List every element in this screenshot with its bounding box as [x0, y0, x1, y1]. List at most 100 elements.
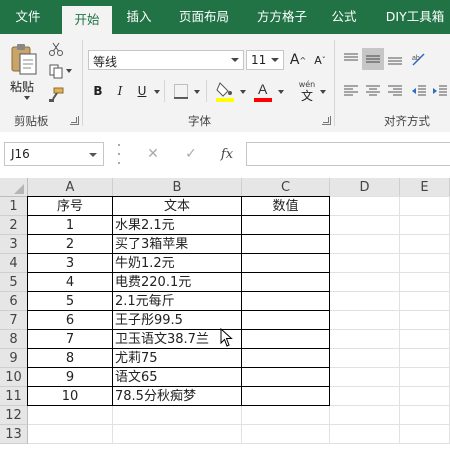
- formula-bar-grip-icon[interactable]: [118, 144, 121, 164]
- table-cell[interactable]: 2: [28, 235, 113, 254]
- formula-input[interactable]: [246, 142, 450, 166]
- select-all-corner[interactable]: [0, 178, 28, 197]
- table-cell[interactable]: 10: [28, 387, 113, 406]
- row-header-3[interactable]: 3: [0, 235, 28, 254]
- table-cell[interactable]: [242, 254, 330, 273]
- row-header-13[interactable]: 13: [0, 425, 28, 444]
- orientation-button[interactable]: ab: [408, 48, 430, 70]
- shrink-font-button[interactable]: Aˇ: [312, 50, 328, 70]
- table-cell[interactable]: 1: [28, 216, 113, 235]
- header-cell[interactable]: 序号: [28, 197, 113, 216]
- table-cell[interactable]: 7: [28, 330, 113, 349]
- underline-button[interactable]: U: [134, 82, 150, 100]
- font-color-button[interactable]: A: [252, 78, 274, 104]
- cancel-formula-button[interactable]: ✕: [142, 144, 164, 164]
- format-painter-button[interactable]: [46, 86, 66, 104]
- phonetic-guide-button[interactable]: wén 文: [294, 78, 320, 104]
- row-header-7[interactable]: 7: [0, 311, 28, 330]
- row-header-11[interactable]: 11: [0, 387, 28, 406]
- bottom-align-button[interactable]: [384, 48, 406, 70]
- copy-dropdown-arrow[interactable]: [66, 69, 72, 73]
- phonetic-dropdown-arrow[interactable]: [320, 90, 326, 94]
- align-left-button[interactable]: [340, 80, 362, 102]
- table-cell[interactable]: 2.1元每斤: [113, 292, 242, 311]
- table-cell[interactable]: 5: [28, 292, 113, 311]
- table-cell[interactable]: 6: [28, 311, 113, 330]
- scissors-icon: [49, 42, 63, 56]
- table-cell[interactable]: [242, 387, 330, 406]
- table-cell[interactable]: [242, 368, 330, 387]
- font-color-dropdown-arrow[interactable]: [278, 90, 284, 94]
- tab-fangfanggezi[interactable]: 方方格子: [250, 0, 314, 34]
- row-header-1[interactable]: 1: [0, 197, 28, 216]
- row-header-4[interactable]: 4: [0, 254, 28, 273]
- borders-button[interactable]: [170, 80, 192, 102]
- table-cell[interactable]: [242, 349, 330, 368]
- grow-font-button[interactable]: A ^: [290, 50, 306, 70]
- table-cell[interactable]: 买了3箱苹果: [113, 235, 242, 254]
- row-header-12[interactable]: 12: [0, 406, 28, 425]
- column-header-d[interactable]: D: [330, 178, 400, 197]
- row-header-2[interactable]: 2: [0, 216, 28, 235]
- select-all-triangle-icon: [14, 184, 24, 194]
- tab-file[interactable]: 文件: [6, 0, 50, 34]
- table-cell[interactable]: 牛奶1.2元: [113, 254, 242, 273]
- row-header-5[interactable]: 5: [0, 273, 28, 292]
- borders-dropdown-arrow[interactable]: [194, 90, 200, 94]
- table-cell[interactable]: 水果2.1元: [113, 216, 242, 235]
- font-name-select[interactable]: 等线: [88, 50, 244, 70]
- row-header-8[interactable]: 8: [0, 330, 28, 349]
- column-header-a[interactable]: A: [28, 178, 113, 197]
- borders-icon: [174, 84, 188, 99]
- paste-button[interactable]: [6, 40, 42, 80]
- column-header-c[interactable]: C: [242, 178, 330, 197]
- fill-color-button[interactable]: [214, 78, 236, 104]
- increase-indent-button[interactable]: [430, 80, 450, 102]
- tab-formulas[interactable]: 公式: [324, 0, 364, 34]
- table-cell[interactable]: 3: [28, 254, 113, 273]
- cut-button[interactable]: [46, 40, 66, 58]
- table-cell[interactable]: 电费220.1元: [113, 273, 242, 292]
- header-cell[interactable]: 文本: [113, 197, 242, 216]
- table-cell[interactable]: [242, 273, 330, 292]
- font-size-select[interactable]: 11: [246, 50, 284, 70]
- table-cell[interactable]: [242, 292, 330, 311]
- bold-button[interactable]: B: [90, 82, 106, 100]
- copy-button[interactable]: [46, 62, 74, 80]
- table-cell[interactable]: [242, 330, 330, 349]
- clipboard-launcher-icon[interactable]: [70, 116, 79, 125]
- fill-color-dropdown-arrow[interactable]: [240, 90, 246, 94]
- middle-align-button[interactable]: [362, 48, 384, 70]
- name-box[interactable]: J16: [4, 142, 104, 166]
- header-cell[interactable]: 数值: [242, 197, 330, 216]
- top-align-button[interactable]: [340, 48, 362, 70]
- column-header-b[interactable]: B: [113, 178, 242, 197]
- paste-dropdown-arrow[interactable]: [24, 96, 30, 100]
- table-cell[interactable]: [242, 216, 330, 235]
- table-cell[interactable]: 8: [28, 349, 113, 368]
- table-cell[interactable]: [242, 311, 330, 330]
- column-header-e[interactable]: E: [400, 178, 450, 197]
- italic-button[interactable]: I: [112, 82, 128, 100]
- row-header-6[interactable]: 6: [0, 292, 28, 311]
- table-cell[interactable]: [242, 235, 330, 254]
- table-cell[interactable]: 78.5分秋痴梦: [113, 387, 242, 406]
- row-header-9[interactable]: 9: [0, 349, 28, 368]
- tab-page-layout[interactable]: 页面布局: [172, 0, 236, 34]
- table-cell[interactable]: 9: [28, 368, 113, 387]
- align-right-button[interactable]: [384, 80, 406, 102]
- table-cell[interactable]: 尤莉75: [113, 349, 242, 368]
- chevron-down-icon: [89, 153, 97, 157]
- insert-function-button[interactable]: fx: [216, 144, 238, 164]
- font-launcher-icon[interactable]: [322, 116, 331, 125]
- row-header-10[interactable]: 10: [0, 368, 28, 387]
- align-center-button[interactable]: [362, 80, 384, 102]
- enter-formula-button[interactable]: ✓: [180, 144, 202, 164]
- tab-home[interactable]: 开始: [62, 6, 112, 34]
- table-cell[interactable]: 语文65: [113, 368, 242, 387]
- table-cell[interactable]: 4: [28, 273, 113, 292]
- decrease-indent-button[interactable]: [408, 80, 430, 102]
- tab-insert[interactable]: 插入: [116, 0, 162, 34]
- tab-diy-toolbox[interactable]: DIY工具箱: [380, 0, 450, 34]
- underline-dropdown-arrow[interactable]: [154, 90, 160, 94]
